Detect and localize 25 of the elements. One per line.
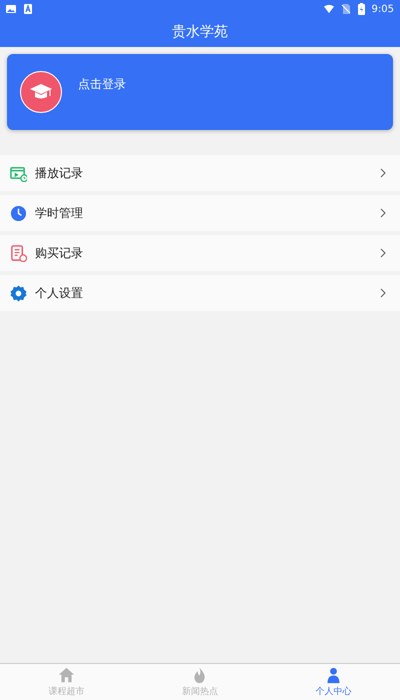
header-title: 贵水学苑 [171, 22, 229, 42]
chevron-right-icon [380, 288, 386, 298]
status-time: 9:05 [372, 4, 394, 14]
login-label[interactable]: 点击登录 [78, 76, 126, 92]
settings-icon [10, 284, 27, 302]
video-clock-icon [10, 164, 27, 182]
chevron-right-icon [380, 208, 386, 218]
chevron-right-icon [380, 168, 386, 178]
battery-icon [358, 3, 365, 15]
login-card[interactable]: 点击登录 [7, 54, 393, 130]
clock-icon [10, 204, 27, 222]
no-sim-icon [340, 4, 351, 14]
receipt-clock-icon [10, 244, 27, 262]
chevron-right-icon [380, 248, 386, 258]
person-icon [324, 666, 342, 684]
menu-item[interactable]: 学时管理 [0, 195, 400, 231]
home-icon [58, 666, 76, 684]
menu-item[interactable]: 购买记录 [0, 235, 400, 271]
image-icon [6, 4, 16, 14]
tab[interactable]: 个人中心 [266, 664, 400, 700]
graduation-cap-icon [29, 83, 53, 101]
letter-icon [23, 4, 33, 14]
wifi-icon [324, 4, 334, 14]
menu-item[interactable]: 播放记录 [0, 155, 400, 191]
menu-item[interactable]: 个人设置 [0, 275, 400, 311]
